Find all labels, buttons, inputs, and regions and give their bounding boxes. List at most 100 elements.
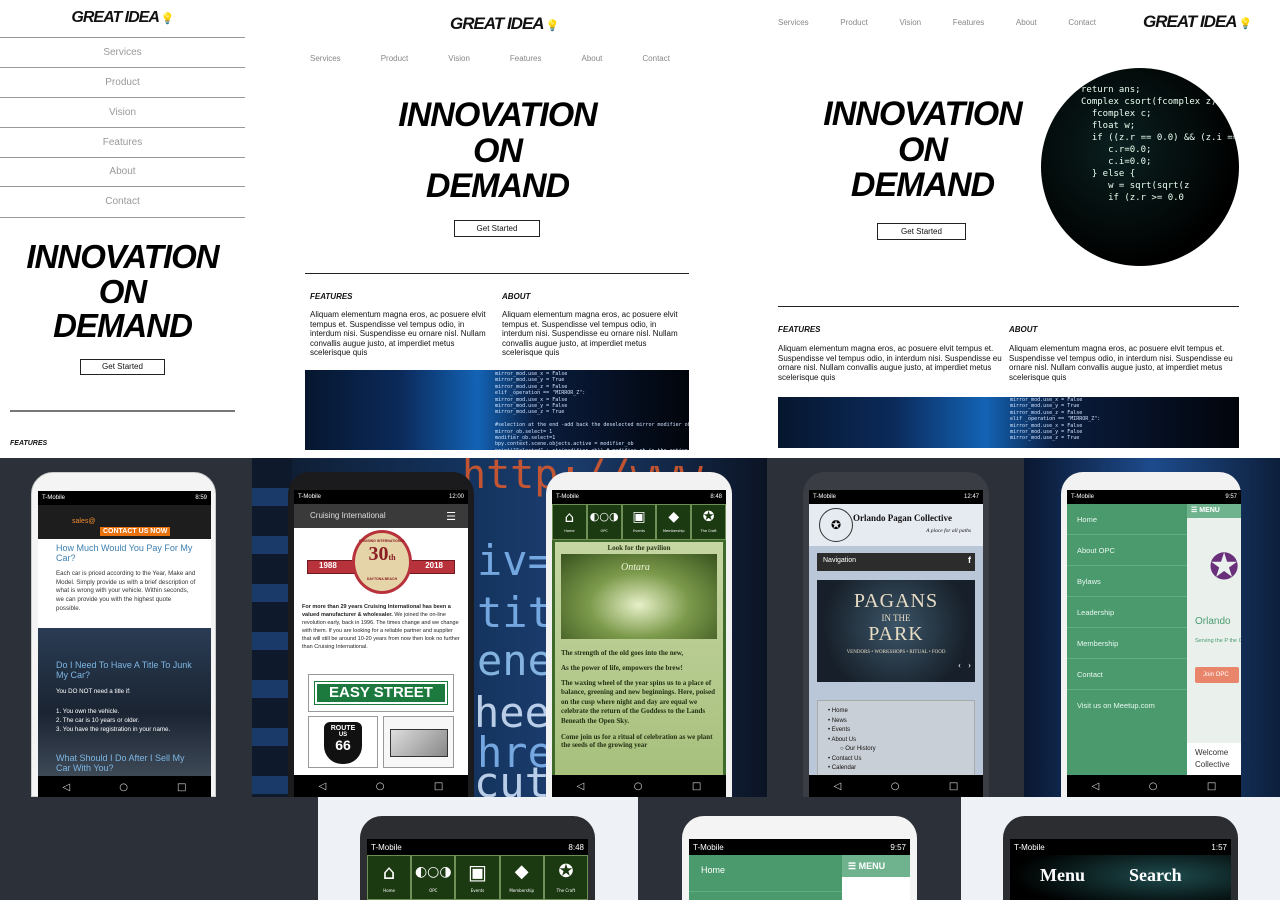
product-license-plate[interactable]: [383, 716, 454, 768]
search-link[interactable]: Search: [1129, 865, 1182, 886]
drawer-item-home[interactable]: Home: [689, 855, 842, 892]
badge-year-left: 1988: [319, 561, 337, 570]
home-icon[interactable]: ○: [634, 781, 643, 792]
logo[interactable]: GREAT IDEA 💡: [450, 14, 559, 34]
recents-icon[interactable]: □: [949, 781, 958, 792]
nav-item-about[interactable]: About: [0, 158, 245, 187]
nav-membership[interactable]: ◆ Membership: [656, 504, 692, 540]
nav-item-vision[interactable]: Vision: [0, 98, 245, 128]
nav-item-vision[interactable]: Vision: [448, 54, 470, 63]
recents-icon[interactable]: □: [692, 781, 701, 792]
nav-the-craft[interactable]: ✪ The Craft: [691, 504, 726, 540]
nav-opc[interactable]: ◐○◑ OPC: [411, 855, 456, 900]
logo-text: GREAT IDEA: [1143, 12, 1238, 31]
code-text: mirror_mod.use_x = False mirror_mod.use_…: [1010, 397, 1101, 442]
hamburger-icon[interactable]: ☰: [446, 510, 456, 523]
carousel-prev-icon[interactable]: ‹: [958, 660, 961, 670]
nav-home[interactable]: ⌂ Home: [367, 855, 412, 900]
hero-line: INNOVATION: [823, 95, 1022, 133]
back-icon[interactable]: ◁: [319, 781, 327, 792]
get-started-button[interactable]: Get Started: [80, 359, 165, 375]
menu-item-news[interactable]: • News: [828, 717, 974, 727]
navigation-bar[interactable]: Navigation f: [817, 553, 975, 571]
back-icon[interactable]: ◁: [834, 781, 842, 792]
plate-image: [390, 729, 448, 757]
get-started-button[interactable]: Get Started: [454, 220, 540, 237]
nav-membership[interactable]: ◆ Membership: [499, 855, 544, 900]
logo[interactable]: GREAT IDEA 💡: [0, 9, 245, 27]
clock-text: 12:47: [963, 494, 979, 500]
home-icon[interactable]: ○: [119, 782, 128, 793]
nav-item-contact[interactable]: Contact: [642, 54, 670, 63]
nav-events[interactable]: ▣ Events: [455, 855, 500, 900]
menu-bar[interactable]: ☰ MENU: [1187, 504, 1241, 518]
nav-item-services[interactable]: Services: [310, 54, 341, 63]
nav-item-about[interactable]: About: [582, 54, 603, 63]
carrier-text: T-Mobile: [42, 495, 66, 501]
orlando-title: Orlando: [1195, 616, 1231, 627]
drawer-item-home[interactable]: Home: [1067, 504, 1187, 535]
back-icon[interactable]: ◁: [1092, 781, 1100, 792]
product-easy-street-sign[interactable]: EASY STREET: [308, 674, 454, 712]
product-route-66-sign[interactable]: ROUTE US 66: [308, 716, 378, 768]
carousel-next-icon[interactable]: ›: [968, 660, 971, 670]
home-icon[interactable]: ○: [891, 781, 900, 792]
nav-item-features[interactable]: Features: [0, 128, 245, 158]
hero-heading: INNOVATION ON DEMAND: [0, 239, 245, 344]
drawer-item-contact[interactable]: Contact: [1067, 659, 1187, 690]
nav-item-features[interactable]: Features: [510, 54, 542, 63]
code-text: mirror_mod.use_x = False mirror_mod.use_…: [495, 371, 689, 450]
nav-item-services[interactable]: Services: [0, 38, 245, 68]
email-text[interactable]: sales@: [72, 518, 95, 525]
home-icon[interactable]: ○: [1149, 781, 1158, 792]
faq-heading: Do I Need To Have A Title To Junk My Car…: [56, 660, 192, 680]
pagans-in-the-park-poster[interactable]: PAGANS IN THE PARK VENDORS • WORKSHOPS •…: [817, 580, 975, 682]
nav-item-product[interactable]: Product: [0, 68, 245, 98]
nav-item-contact[interactable]: Contact: [0, 187, 245, 218]
nav-item-product[interactable]: Product: [381, 54, 409, 63]
sign-text: EASY STREET: [314, 681, 448, 705]
nav-home[interactable]: ⌂ Home: [552, 504, 587, 540]
status-bar: T-Mobile 9:57: [689, 839, 910, 855]
divider: [778, 306, 1239, 307]
menu-item-home[interactable]: • Home: [828, 707, 974, 717]
drawer-item-membership[interactable]: Membership: [1067, 628, 1187, 659]
menu-item-calendar[interactable]: • Calendar: [828, 764, 974, 774]
home-icon[interactable]: ○: [376, 781, 385, 792]
nav-item-features[interactable]: Features: [953, 18, 985, 27]
nav-opc[interactable]: ◐○◑ OPC: [586, 504, 622, 540]
ritual-text: The waxing wheel of the year spins us to…: [561, 679, 715, 725]
nav-events[interactable]: ▣ Events: [621, 504, 657, 540]
menu-item-contact-us[interactable]: • Contact Us: [828, 755, 974, 765]
facebook-icon[interactable]: f: [968, 555, 971, 565]
menu-item-events[interactable]: • Events: [828, 726, 974, 736]
get-started-button[interactable]: Get Started: [877, 223, 966, 240]
drawer-item-bylaws[interactable]: Bylaws: [1067, 566, 1187, 597]
back-icon[interactable]: ◁: [577, 781, 585, 792]
nav-item-vision[interactable]: Vision: [899, 18, 921, 27]
ritual-text: The strength of the old goes into the ne…: [561, 649, 684, 657]
join-opc-button[interactable]: Join OPC: [1195, 667, 1239, 683]
phone-screen: T-Mobile 9:57 Home ☰ MENU: [689, 839, 910, 900]
nav-item-about[interactable]: About: [1016, 18, 1037, 27]
nav-item-services[interactable]: Services: [778, 18, 809, 27]
contact-us-button[interactable]: CONTACT US NOW: [100, 527, 171, 536]
menu-bar[interactable]: ☰ MENU: [842, 855, 910, 877]
recents-icon[interactable]: □: [177, 782, 186, 793]
menu-link[interactable]: Menu: [1040, 865, 1085, 886]
nav-the-craft[interactable]: ✪ The Craft: [543, 855, 588, 900]
logo[interactable]: GREAT IDEA 💡: [1143, 12, 1252, 32]
phone-screen: T-Mobile 1:57 Menu Search: [1010, 839, 1231, 900]
drawer-item-leadership[interactable]: Leadership: [1067, 597, 1187, 628]
recents-icon[interactable]: □: [1207, 781, 1216, 792]
carrier-text: T-Mobile: [556, 494, 580, 500]
nav-item-contact[interactable]: Contact: [1068, 18, 1096, 27]
recents-icon[interactable]: □: [434, 781, 443, 792]
drawer-item-about-opc[interactable]: About OPC: [1067, 535, 1187, 566]
phone-screen: T-Mobile 8:48 ⌂ Home ◐○◑ OPC ▣ Events ◆ Membe…: [367, 839, 588, 900]
menu-item-our-history[interactable]: ○ Our History: [828, 745, 974, 755]
back-icon[interactable]: ◁: [63, 782, 71, 793]
nav-item-product[interactable]: Product: [840, 18, 868, 27]
menu-item-about-us[interactable]: • About Us: [828, 736, 974, 746]
drawer-item-meetup[interactable]: Visit us on Meetup.com: [1067, 690, 1187, 721]
